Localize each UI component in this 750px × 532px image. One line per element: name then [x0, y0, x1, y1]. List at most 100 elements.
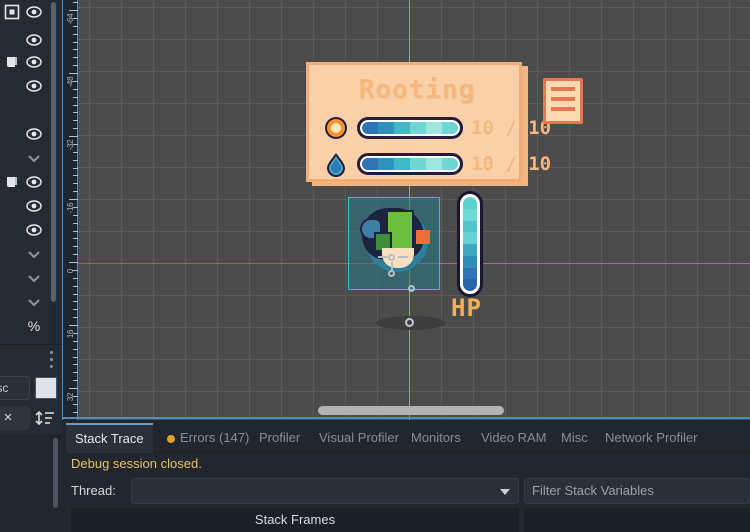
debug-status-message: Debug session closed. [71, 456, 202, 471]
hud-row-sun: 10 / 10 [323, 113, 551, 143]
water-drop-icon [323, 151, 349, 177]
bar-segment [378, 158, 394, 170]
scene-tree-row[interactable] [0, 290, 58, 314]
grid-line-vertical [569, 0, 570, 420]
tab-network-profiler[interactable]: Network Profiler [596, 423, 706, 453]
thread-select[interactable] [131, 478, 519, 504]
sun-icon [323, 115, 349, 141]
scene-viewport[interactable]: Rooting 10 / 10 10 / 10 HP [78, 0, 750, 420]
panel-separator [62, 417, 750, 419]
scene-tree-row[interactable] [0, 122, 58, 146]
hp-segment [463, 208, 477, 221]
thread-row: Thread: [71, 478, 519, 504]
viewport-horizontal-scrollbar[interactable] [78, 406, 750, 415]
filter-stack-variables-input[interactable]: Filter Stack Variables [524, 478, 750, 504]
visibility-eye-icon[interactable] [26, 126, 42, 142]
godot-editor-window: % e_sc × -6 [0, 0, 750, 532]
vertical-ruler: -64 -48 -32 -16 0 16 32 [62, 0, 78, 421]
node-icon[interactable] [4, 4, 20, 20]
grid-line-vertical [729, 0, 730, 420]
scene-tree-row[interactable] [0, 218, 58, 242]
document-list-icon [543, 78, 583, 124]
tab-label: Misc [561, 430, 588, 445]
color-swatch[interactable] [35, 377, 57, 399]
viewport-scrollbar-thumb[interactable] [318, 406, 504, 415]
script-icon[interactable] [4, 174, 20, 190]
grid-line-vertical [281, 0, 282, 420]
debugger-panel: Stack Trace Errors (147) Profiler Visual Pr… [62, 420, 750, 532]
hud-title: Rooting [358, 75, 476, 105]
chevron-down-icon[interactable] [26, 270, 42, 286]
bar-segment [442, 122, 458, 134]
chevron-down-icon[interactable] [26, 150, 42, 166]
filter-input[interactable]: e_sc [0, 376, 30, 400]
visibility-eye-icon[interactable] [26, 222, 42, 238]
chevron-down-icon[interactable] [26, 294, 42, 310]
hp-segment [463, 267, 477, 280]
bar-segment [426, 122, 442, 134]
clear-button[interactable]: × [0, 406, 30, 430]
scene-tree-row[interactable] [0, 0, 58, 24]
ruler-label: 0 [66, 268, 75, 274]
scene-tree-row[interactable] [0, 266, 58, 290]
grid-line-horizontal [78, 295, 750, 296]
script-icon[interactable] [4, 54, 20, 70]
grid-line-horizontal [78, 359, 750, 360]
scene-tree-rows[interactable]: % [0, 0, 58, 344]
thread-label: Thread: [71, 483, 116, 498]
tab-video-ram[interactable]: Video RAM [472, 423, 556, 453]
plant-creature-sprite[interactable] [356, 202, 436, 282]
hp-label: HP [451, 294, 482, 322]
hp-segment [463, 255, 477, 268]
visibility-eye-icon[interactable] [26, 54, 42, 70]
visibility-eye-icon[interactable] [26, 78, 42, 94]
scene-tree-row[interactable] [0, 194, 58, 218]
hp-segment [463, 220, 477, 233]
visibility-eye-icon[interactable] [26, 198, 42, 214]
tab-visual-profiler[interactable]: Visual Profiler [310, 423, 408, 453]
tab-label: Errors (147) [180, 430, 250, 445]
scene-tree-row[interactable] [0, 170, 58, 194]
inspector-button-row: × [0, 404, 62, 434]
inspector-properties-area [0, 434, 62, 532]
hud-panel: Rooting 10 / 10 10 / 10 [306, 62, 551, 182]
scene-tree-row[interactable] [0, 28, 58, 52]
grid-line-vertical [249, 0, 250, 420]
grid-line-vertical [633, 0, 634, 420]
scene-tree-row[interactable] [0, 242, 58, 266]
sun-value: 10 / 10 [471, 117, 552, 139]
grid-line-vertical [185, 0, 186, 420]
chevron-down-icon[interactable] [26, 246, 42, 262]
percent-icon[interactable]: % [26, 318, 42, 334]
inspector-filter-row: e_sc [0, 372, 62, 404]
scene-tree-row[interactable]: % [0, 314, 58, 338]
hp-segment [463, 197, 477, 209]
scene-tree-row[interactable] [0, 50, 58, 74]
stack-variables-pane[interactable] [524, 508, 750, 532]
sort-order-icon[interactable] [32, 406, 58, 430]
origin-gizmo-icon[interactable] [405, 318, 414, 327]
hp-segment [463, 244, 477, 256]
tab-stack-trace[interactable]: Stack Trace [66, 423, 153, 453]
water-value: 10 / 10 [471, 153, 552, 175]
kebab-menu-icon[interactable] [50, 351, 54, 369]
bar-segment [362, 158, 378, 170]
hp-bar-fill [463, 197, 477, 291]
inspector-scrollbar[interactable] [53, 438, 58, 508]
scene-tree-row[interactable] [0, 146, 58, 170]
visibility-eye-icon[interactable] [26, 174, 42, 190]
ruler-label: -32 [66, 139, 75, 151]
tab-misc[interactable]: Misc [552, 423, 597, 453]
scene-tree-row[interactable] [0, 74, 58, 98]
grid-line-horizontal [78, 39, 750, 40]
water-bar-fill [362, 158, 458, 170]
ruler-label: -16 [66, 202, 75, 214]
tab-errors-147[interactable]: Errors (147) [158, 423, 258, 453]
sprite-gizmo-handle[interactable] [408, 285, 415, 292]
tab-profiler[interactable]: Profiler [250, 423, 309, 453]
tab-label: Network Profiler [605, 430, 698, 445]
tab-monitors[interactable]: Monitors [402, 423, 470, 453]
visibility-eye-icon[interactable] [26, 32, 42, 48]
visibility-eye-icon[interactable] [26, 4, 42, 20]
bar-segment [394, 158, 410, 170]
